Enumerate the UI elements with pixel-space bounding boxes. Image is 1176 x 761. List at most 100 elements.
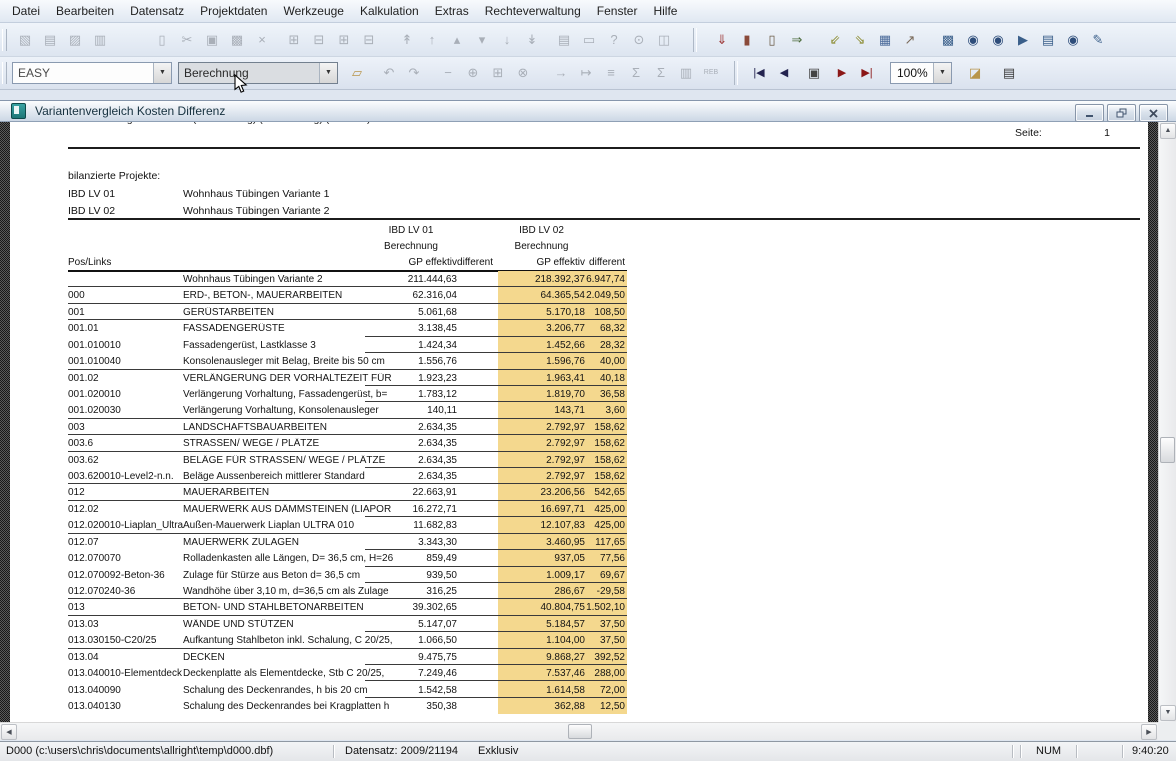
menu-item-projektdaten[interactable]: Projektdaten xyxy=(192,1,275,21)
report-view-icon[interactable]: ▤ xyxy=(39,29,61,51)
distribute-left-icon[interactable]: ⇙ xyxy=(824,29,846,51)
diff-header-1: different xyxy=(457,257,493,268)
copy-report-icon[interactable]: ▣ xyxy=(803,62,825,84)
report-forward-icon[interactable]: ▶ xyxy=(1012,29,1034,51)
row-pos: 001.020030 xyxy=(68,405,182,416)
list-icon[interactable]: ≡ xyxy=(600,62,622,84)
restore-button[interactable] xyxy=(1107,104,1136,122)
row-gp-effektiv-1: 316,25 xyxy=(365,586,457,597)
print-preview-icon[interactable]: ▧ xyxy=(14,29,36,51)
zoom-combo[interactable]: 100%▼ xyxy=(890,62,952,84)
last-page-icon[interactable]: ▶| xyxy=(856,62,878,84)
row-different-2: 158,62 xyxy=(582,422,625,433)
link-icon[interactable]: ⊕ xyxy=(462,62,484,84)
move-first-icon[interactable]: ↟ xyxy=(396,29,418,51)
zoom-combo-dropdown-icon[interactable]: ▼ xyxy=(933,63,951,83)
step-down-icon[interactable]: ▾ xyxy=(471,29,493,51)
move-down-icon[interactable]: ↓ xyxy=(496,29,518,51)
link-all-icon[interactable]: ⊗ xyxy=(512,62,534,84)
page-label: Seite: xyxy=(1015,127,1042,139)
record-edit-icon[interactable]: ▯ xyxy=(761,29,783,51)
copy-icon[interactable]: ▣ xyxy=(201,29,223,51)
calculate-icon[interactable]: ▩ xyxy=(937,29,959,51)
open-template-icon[interactable]: ▱ xyxy=(346,62,368,84)
image-view-icon[interactable]: ▨ xyxy=(64,29,86,51)
indent-subposition-icon[interactable]: ↦ xyxy=(575,62,597,84)
scroll-left-button[interactable]: ◀ xyxy=(1,724,17,740)
vertical-scrollbar[interactable]: ▲ ▼ xyxy=(1158,122,1176,722)
properties-icon[interactable]: ▤ xyxy=(553,29,575,51)
outline-demote-icon[interactable]: ⊟ xyxy=(358,29,380,51)
catalog-icon[interactable]: ▥ xyxy=(89,29,111,51)
split-view-icon[interactable]: ◫ xyxy=(653,29,675,51)
menu-item-extras[interactable]: Extras xyxy=(427,1,477,21)
search-records-icon[interactable]: ◉ xyxy=(962,29,984,51)
view-combo[interactable]: Berechnung▼ xyxy=(178,62,338,84)
minimize-button[interactable] xyxy=(1075,104,1104,122)
horizontal-scrollbar[interactable]: ◀ ▶ xyxy=(0,722,1158,740)
menu-item-rechteverwaltung[interactable]: Rechteverwaltung xyxy=(477,1,589,21)
profile-combo-dropdown-icon[interactable]: ▼ xyxy=(153,63,171,83)
redo-icon[interactable]: ↷ xyxy=(403,62,425,84)
record-export-icon[interactable]: ⇒ xyxy=(786,29,808,51)
help-icon[interactable]: ? xyxy=(603,29,625,51)
paste-icon[interactable]: ▩ xyxy=(226,29,248,51)
table-row: 001.02VERLÄNGERUNG DER VORHALTEZEIT FÜR1… xyxy=(10,370,627,386)
import-record-icon[interactable]: ⇓ xyxy=(711,29,733,51)
outline-insert-icon[interactable]: ⊞ xyxy=(283,29,305,51)
menu-item-datei[interactable]: Datei xyxy=(4,1,48,21)
cut-icon[interactable]: ✂ xyxy=(176,29,198,51)
undo-icon[interactable]: ↶ xyxy=(378,62,400,84)
move-up-icon[interactable]: ↑ xyxy=(421,29,443,51)
report-edit-icon[interactable]: ▤ xyxy=(1037,29,1059,51)
menu-item-hilfe[interactable]: Hilfe xyxy=(645,1,685,21)
table-row: 012.07MAUERWERK ZULAGEN3.343,303.460,951… xyxy=(10,534,627,550)
document-window-icon[interactable] xyxy=(11,103,26,119)
new-document-icon[interactable]: ▯ xyxy=(151,29,173,51)
step-up-icon[interactable]: ▴ xyxy=(446,29,468,51)
menu-item-bearbeiten[interactable]: Bearbeiten xyxy=(48,1,122,21)
menu-item-datensatz[interactable]: Datensatz xyxy=(122,1,192,21)
print-icon[interactable]: ▭ xyxy=(578,29,600,51)
search-icon[interactable]: ⊙ xyxy=(628,29,650,51)
print-report-icon[interactable]: ▤ xyxy=(998,62,1020,84)
next-page-icon[interactable]: ▶ xyxy=(831,62,853,84)
note-icon[interactable]: ✎ xyxy=(1087,29,1109,51)
remove-line-icon[interactable]: − xyxy=(437,62,459,84)
move-last-icon[interactable]: ↡ xyxy=(521,29,543,51)
chart-columns-icon[interactable]: ▥ xyxy=(675,62,697,84)
prev-page-icon[interactable]: ◀ xyxy=(773,62,795,84)
delete-icon[interactable]: × xyxy=(251,29,273,51)
scroll-down-button[interactable]: ▼ xyxy=(1160,705,1176,721)
indent-position-icon[interactable]: → xyxy=(550,62,572,84)
vertical-scroll-thumb[interactable] xyxy=(1160,437,1175,463)
reb-icon[interactable]: REB xyxy=(700,62,722,84)
menu-item-werkzeuge[interactable]: Werkzeuge xyxy=(275,1,351,21)
link-add-icon[interactable]: ⊞ xyxy=(487,62,509,84)
pin-icon[interactable]: ↗ xyxy=(899,29,921,51)
first-page-icon[interactable]: |◀ xyxy=(748,62,770,84)
table-row: 013.030150-C20/25Aufkantung Stahlbeton i… xyxy=(10,632,627,648)
sum-partial-icon[interactable]: Σ xyxy=(625,62,647,84)
outline-add-sub-icon[interactable]: ⊟ xyxy=(308,29,330,51)
search-project-icon[interactable]: ◉ xyxy=(987,29,1009,51)
search-all-icon[interactable]: ◉ xyxy=(1062,29,1084,51)
distribute-right-icon[interactable]: ⇘ xyxy=(849,29,871,51)
view-combo-value: Berechnung xyxy=(179,63,319,83)
view-combo-dropdown-icon[interactable]: ▼ xyxy=(319,63,337,83)
sum-total-icon[interactable]: Σ xyxy=(650,62,672,84)
horizontal-scroll-thumb[interactable] xyxy=(568,724,592,739)
outline-promote-icon[interactable]: ⊞ xyxy=(333,29,355,51)
close-preview-icon[interactable]: ◪ xyxy=(964,62,986,84)
close-button[interactable] xyxy=(1139,104,1168,122)
grid-view-icon[interactable]: ▦ xyxy=(874,29,896,51)
scroll-right-button[interactable]: ▶ xyxy=(1141,724,1157,740)
scroll-up-button[interactable]: ▲ xyxy=(1160,123,1176,139)
status-clock: 9:40:20 xyxy=(1132,745,1169,757)
row-gp-effektiv-1: 140,11 xyxy=(365,405,457,416)
record-book-icon[interactable]: ▮ xyxy=(736,29,758,51)
profile-combo[interactable]: EASY▼ xyxy=(12,62,172,84)
menu-item-kalkulation[interactable]: Kalkulation xyxy=(352,1,427,21)
menu-item-fenster[interactable]: Fenster xyxy=(589,1,646,21)
row-pos: 013.040090 xyxy=(68,685,182,696)
